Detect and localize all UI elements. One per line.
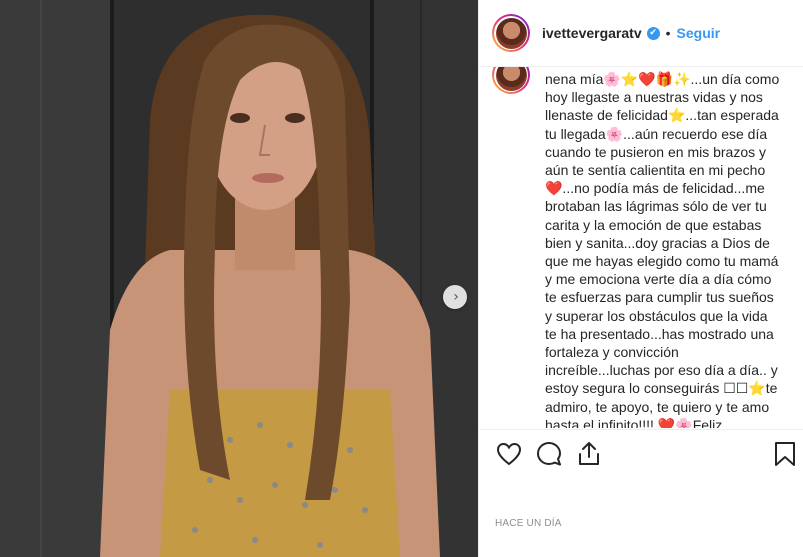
comment-button[interactable] — [535, 440, 563, 468]
verified-badge-icon: ✔ — [646, 26, 660, 40]
post-photo: › — [0, 0, 478, 557]
avatar-image — [495, 17, 527, 49]
share-icon — [579, 442, 599, 465]
like-button[interactable] — [495, 440, 523, 468]
post-sidebar: ivettevergaratv ✔ • Seguir nena mía🌸⭐❤️🎁… — [478, 0, 803, 557]
separator-dot: • — [665, 25, 671, 41]
save-button[interactable] — [773, 440, 797, 468]
follow-button[interactable]: Seguir — [677, 25, 721, 41]
bookmark-icon — [775, 442, 795, 466]
post-caption: nena mía🌸⭐❤️🎁✨...un día como hoy llegast… — [545, 71, 780, 428]
heart-icon — [496, 442, 522, 466]
comments-area[interactable]: nena mía🌸⭐❤️🎁✨...un día como hoy llegast… — [479, 67, 803, 428]
post-timestamp[interactable]: HACE UN DÍA — [495, 518, 562, 529]
share-button[interactable] — [575, 440, 603, 468]
photo-image — [0, 0, 478, 557]
comment-icon — [537, 442, 561, 466]
action-bar — [479, 429, 803, 479]
next-photo-button[interactable]: › — [443, 285, 467, 309]
post-header: ivettevergaratv ✔ • Seguir — [479, 0, 803, 67]
avatar[interactable] — [492, 14, 530, 52]
chevron-right-icon: › — [453, 289, 459, 305]
caption-avatar[interactable] — [492, 67, 530, 94]
username-link[interactable]: ivettevergaratv — [542, 25, 642, 41]
